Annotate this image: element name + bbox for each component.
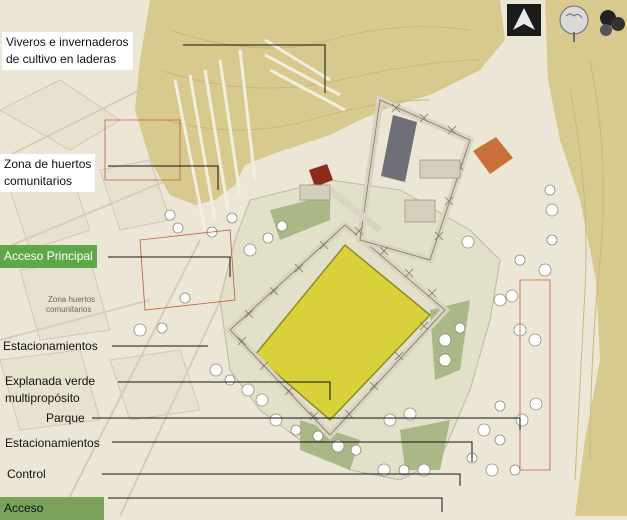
label-viveros: Viveros e invernaderos de cultivo en lad… <box>2 32 133 70</box>
label-control: Control <box>7 467 46 481</box>
tree-legend-icon <box>559 5 589 42</box>
label-acceso: Acceso <box>0 497 104 520</box>
north-arrow-icon <box>507 4 541 36</box>
shrub-legend-icon <box>600 10 625 36</box>
map-zone-text: Zona huertos <box>48 295 95 304</box>
label-estacionamientos-2: Estacionamientos <box>5 436 100 450</box>
label-explanada: Explanada verde multipropósito <box>5 374 96 405</box>
label-huertos: Zona de huertos comunitarios <box>0 154 96 192</box>
label-acceso-principal: Acceso Principal <box>0 245 97 268</box>
map-zone-text-2: comunitarios <box>46 305 91 314</box>
label-estacionamientos-1: Estacionamientos <box>3 339 98 353</box>
label-parque: Parque <box>46 411 85 425</box>
